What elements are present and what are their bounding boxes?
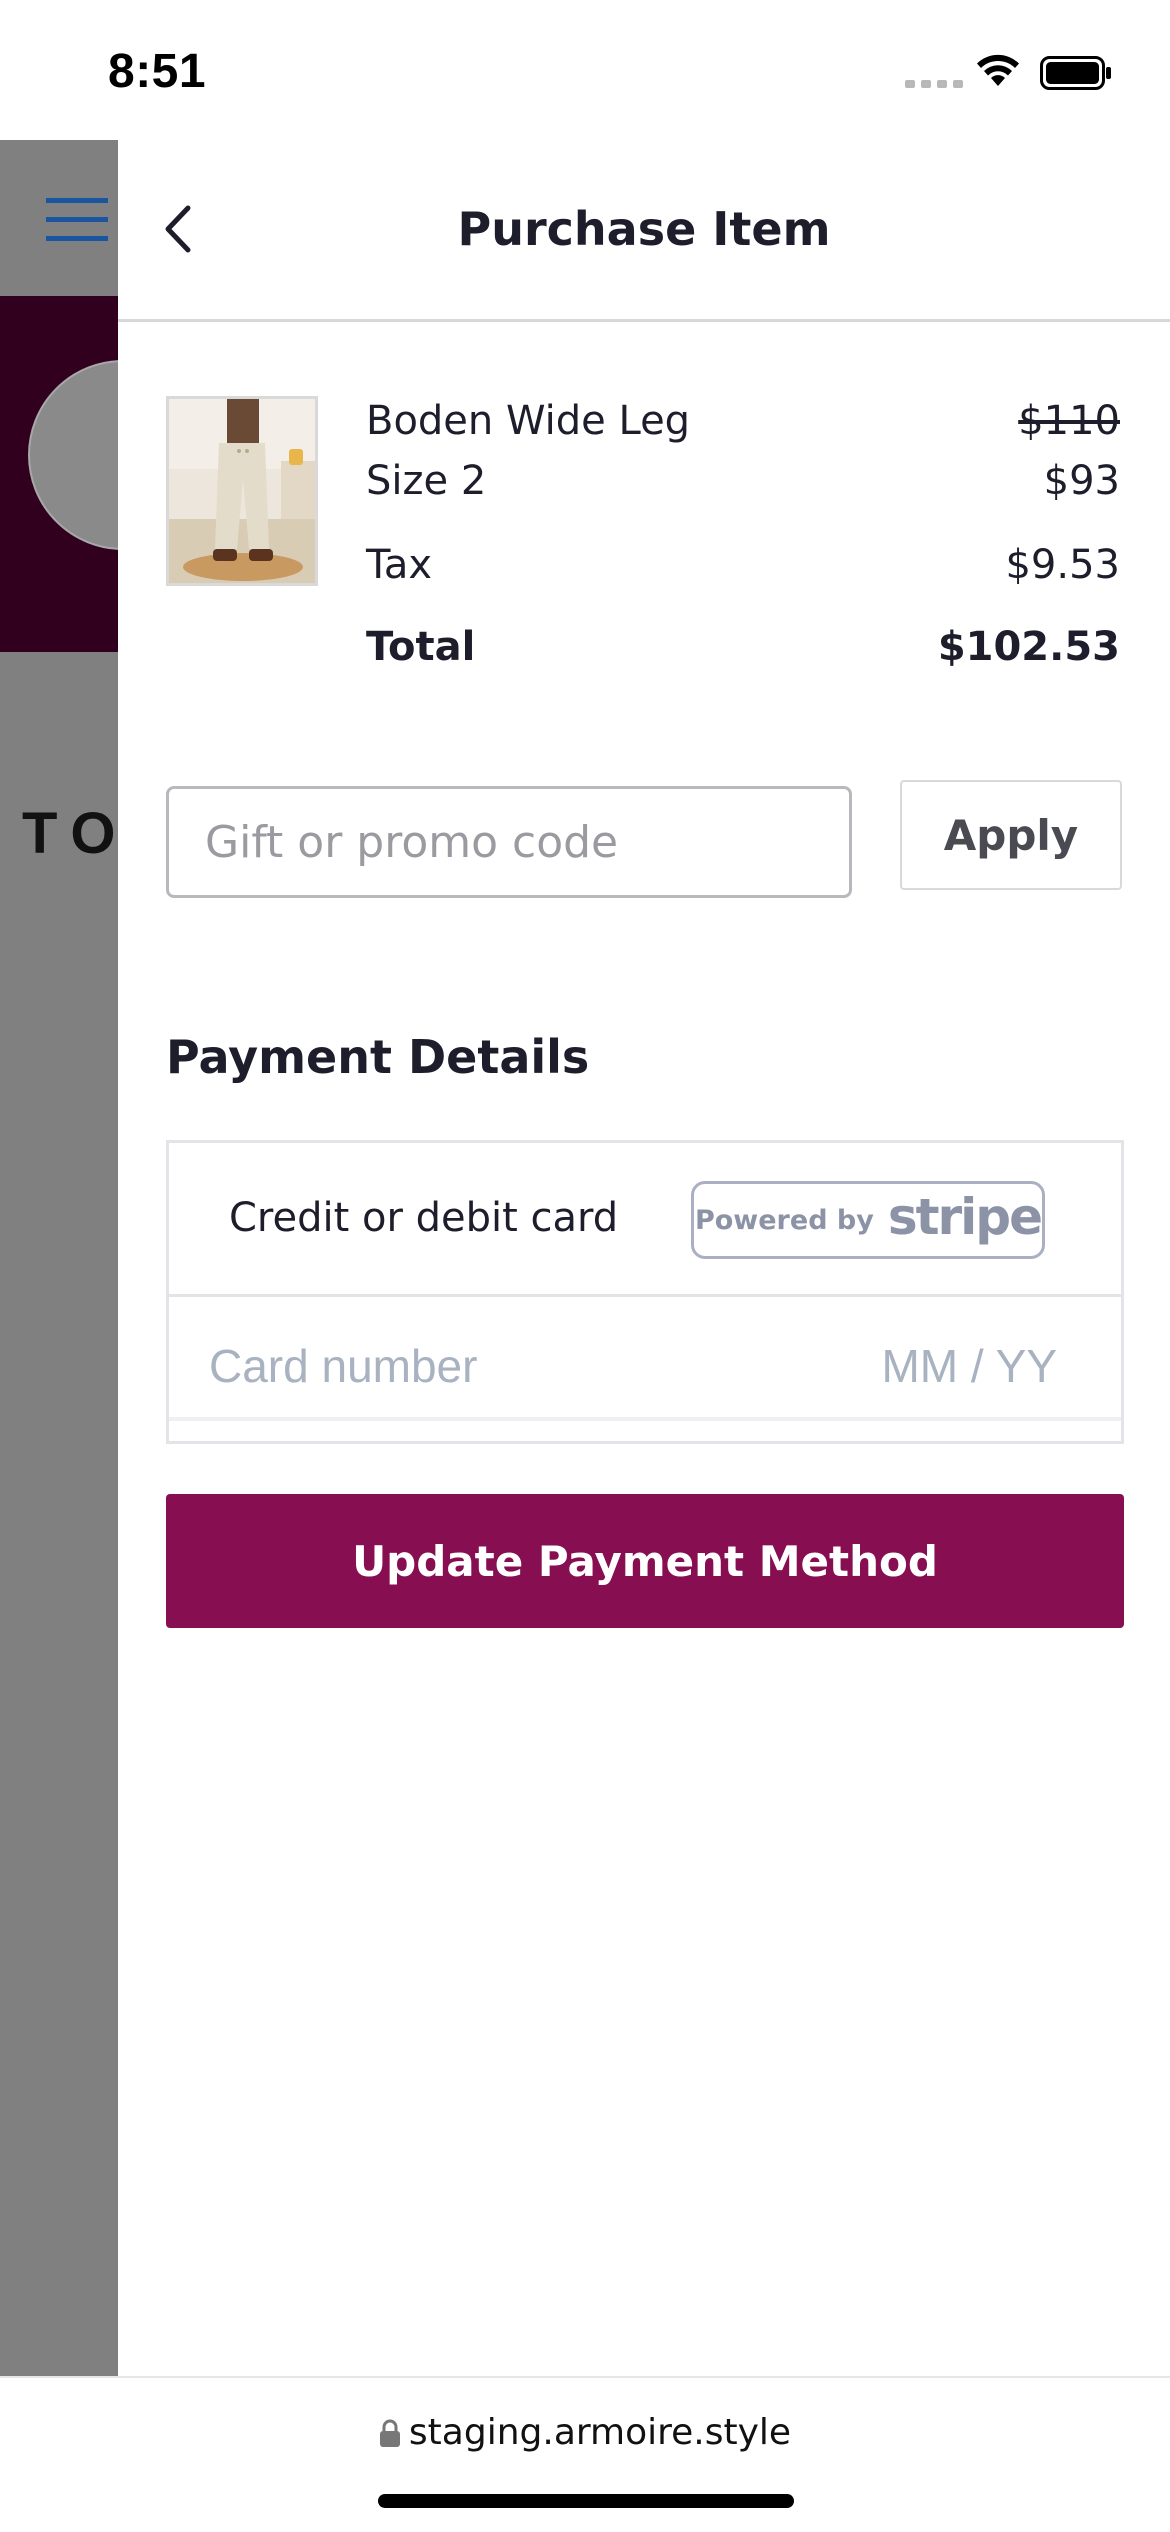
original-price: $110	[1018, 398, 1120, 444]
product-image	[166, 396, 318, 586]
product-name: Boden Wide Leg	[366, 398, 691, 444]
url-display[interactable]: staging.armoire.style	[0, 2412, 1170, 2453]
url-text: staging.armoire.style	[408, 2412, 792, 2453]
card-form-header: Credit or debit card Powered by stripe	[169, 1143, 1121, 1297]
lock-icon	[379, 2419, 400, 2447]
tax-label: Tax	[366, 542, 432, 588]
background-heading: TO	[22, 801, 118, 866]
total-label: Total	[366, 624, 476, 670]
cellular-signal-icon	[905, 80, 963, 88]
stripe-logo: stripe	[887, 1188, 1043, 1246]
wifi-icon	[977, 54, 1019, 86]
powered-by-label: Powered by	[694, 1204, 874, 1236]
drawer-header: Purchase Item	[118, 140, 1170, 322]
apply-button[interactable]: Apply	[900, 780, 1122, 890]
background-overlay[interactable]: TO	[0, 140, 118, 2376]
product-size: Size 2	[366, 458, 487, 504]
card-number-input[interactable]: Card number	[209, 1339, 477, 1393]
status-bar: 8:51	[0, 0, 1170, 140]
sale-price: $93	[1043, 458, 1120, 504]
battery-icon	[1040, 56, 1111, 90]
card-form: Credit or debit card Powered by stripe C…	[166, 1140, 1124, 1444]
update-payment-method-button[interactable]: Update Payment Method	[166, 1494, 1124, 1628]
payment-details-title: Payment Details	[166, 1030, 590, 1084]
total-value: $102.53	[937, 624, 1120, 670]
promo-code-input[interactable]	[166, 786, 852, 898]
browser-url-bar: staging.armoire.style	[0, 2376, 1170, 2532]
hamburger-menu-icon	[46, 198, 108, 241]
status-time: 8:51	[108, 45, 207, 98]
purchase-drawer: Purchase Item Boden Wide Leg $110 Size 2…	[118, 140, 1170, 2376]
card-expiry-input[interactable]: MM / YY	[881, 1339, 1057, 1393]
page-title: Purchase Item	[457, 202, 831, 256]
card-input-divider	[169, 1417, 1121, 1421]
home-indicator[interactable]	[378, 2494, 794, 2508]
tax-value: $9.53	[1005, 542, 1120, 588]
powered-by-stripe-badge[interactable]: Powered by stripe	[691, 1181, 1045, 1259]
card-label: Credit or debit card	[229, 1195, 619, 1241]
